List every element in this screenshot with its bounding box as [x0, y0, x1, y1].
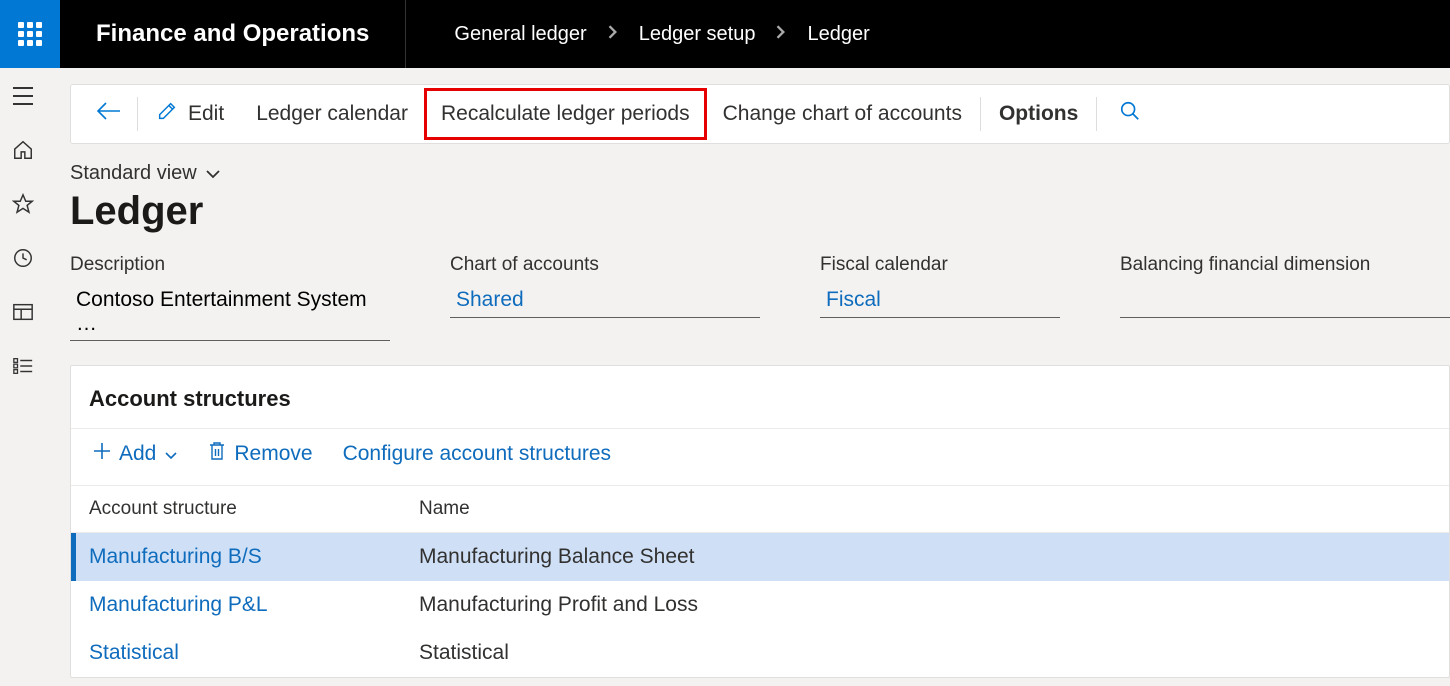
trash-icon — [208, 441, 226, 467]
chevron-down-icon — [164, 442, 178, 466]
main-content: Edit Ledger calendar Recalculate ledger … — [46, 68, 1450, 686]
column-account-structure[interactable]: Account structure — [71, 486, 401, 533]
recalculate-label: Recalculate ledger periods — [441, 102, 690, 126]
description-label: Description — [70, 254, 390, 276]
remove-label: Remove — [234, 442, 312, 466]
account-structures-fasttab: Account structures Add Remove — [70, 365, 1450, 678]
action-search-button[interactable] — [1099, 100, 1161, 128]
balancing-dimension-label: Balancing financial dimension — [1120, 254, 1450, 276]
workspace-icon[interactable] — [11, 300, 35, 324]
account-structure-name: Manufacturing Profit and Loss — [401, 581, 1449, 629]
app-launcher-button[interactable] — [0, 0, 60, 68]
account-structure-link[interactable]: Manufacturing P&L — [89, 593, 268, 616]
ledger-calendar-button[interactable]: Ledger calendar — [240, 92, 424, 136]
left-nav-rail — [0, 68, 46, 686]
breadcrumb: General ledger Ledger setup Ledger — [406, 23, 869, 46]
account-structure-name: Statistical — [401, 629, 1449, 677]
account-structures-title: Account structures — [71, 386, 1449, 428]
separator — [137, 97, 138, 131]
breadcrumb-ledger-setup[interactable]: Ledger setup — [639, 23, 756, 46]
field-group: Description Contoso Entertainment System… — [70, 254, 1450, 341]
view-selector-label: Standard view — [70, 162, 197, 185]
add-button[interactable]: Add — [89, 436, 182, 472]
table-row[interactable]: Manufacturing P&L Manufacturing Profit an… — [71, 581, 1449, 629]
add-label: Add — [119, 442, 156, 466]
recalculate-ledger-periods-button[interactable]: Recalculate ledger periods — [424, 88, 707, 140]
options-label: Options — [999, 102, 1078, 126]
description-input[interactable]: Contoso Entertainment System … — [70, 284, 390, 341]
account-structure-link[interactable]: Manufacturing B/S — [89, 545, 262, 568]
balancing-dimension-input[interactable] — [1120, 284, 1450, 318]
account-structures-toolbar: Add Remove Configure account structures — [71, 428, 1449, 486]
app-title: Finance and Operations — [60, 0, 406, 68]
account-structure-name: Manufacturing Balance Sheet — [401, 533, 1449, 582]
options-button[interactable]: Options — [983, 92, 1094, 136]
fiscal-calendar-input[interactable]: Fiscal — [820, 284, 1060, 318]
home-icon[interactable] — [11, 138, 35, 162]
hamburger-menu-icon[interactable] — [11, 84, 35, 108]
edit-icon — [156, 100, 178, 128]
configure-account-structures-button[interactable]: Configure account structures — [339, 436, 615, 472]
account-structure-link[interactable]: Statistical — [89, 641, 179, 664]
chevron-down-icon — [205, 162, 221, 185]
change-chart-of-accounts-button[interactable]: Change chart of accounts — [707, 92, 978, 136]
chevron-right-icon — [607, 25, 619, 44]
page-title: Ledger — [70, 189, 1450, 234]
configure-label: Configure account structures — [343, 442, 611, 466]
separator — [980, 97, 981, 131]
breadcrumb-ledger[interactable]: Ledger — [807, 23, 869, 46]
chart-of-accounts-input[interactable]: Shared — [450, 284, 760, 318]
edit-label: Edit — [188, 102, 224, 126]
table-row[interactable]: Manufacturing B/S Manufacturing Balance S… — [71, 533, 1449, 582]
account-structures-table: Account structure Name Manufacturing B/S… — [71, 486, 1449, 677]
modules-icon[interactable] — [11, 354, 35, 378]
table-row[interactable]: Statistical Statistical — [71, 629, 1449, 677]
waffle-icon — [18, 22, 42, 46]
global-header: Finance and Operations General ledger Le… — [0, 0, 1450, 68]
plus-icon — [93, 442, 111, 466]
back-button[interactable] — [81, 101, 135, 127]
remove-button[interactable]: Remove — [204, 435, 316, 473]
recent-icon[interactable] — [11, 246, 35, 270]
change-coa-label: Change chart of accounts — [723, 102, 962, 126]
column-name[interactable]: Name — [401, 486, 1449, 533]
ledger-calendar-label: Ledger calendar — [256, 102, 408, 126]
chart-of-accounts-label: Chart of accounts — [450, 254, 760, 276]
breadcrumb-general-ledger[interactable]: General ledger — [454, 23, 586, 46]
view-selector[interactable]: Standard view — [70, 162, 1450, 185]
action-pane: Edit Ledger calendar Recalculate ledger … — [70, 84, 1450, 144]
separator — [1096, 97, 1097, 131]
edit-button[interactable]: Edit — [140, 92, 240, 136]
fiscal-calendar-label: Fiscal calendar — [820, 254, 1060, 276]
star-icon[interactable] — [11, 192, 35, 216]
chevron-right-icon — [775, 25, 787, 44]
